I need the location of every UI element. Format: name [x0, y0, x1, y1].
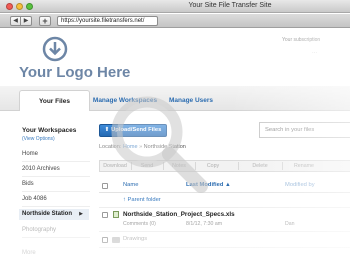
browser-toolbar: ◀ ▶ + https://yoursite.filetransfers.net…	[0, 14, 350, 28]
close-window-button[interactable]	[6, 3, 13, 10]
parent-folder-label: Parent folder	[127, 197, 161, 203]
folder-icon	[112, 237, 120, 243]
file-action-bar: Download Send Notes Copy Delete Rename	[99, 160, 350, 172]
address-bar[interactable]: https://yoursite.filetransfers.net/	[57, 16, 158, 26]
download-button[interactable]: Download	[100, 161, 130, 171]
sort-ascending-icon: ▲	[224, 182, 231, 188]
sidebar-item-label: Northside Station	[22, 211, 73, 217]
rename-button[interactable]: Rename	[286, 161, 322, 171]
file-search-input[interactable]: Search in your files	[259, 122, 350, 138]
workspaces-title: Your Workspaces	[22, 127, 77, 134]
breadcrumb-home[interactable]: Home	[123, 144, 138, 150]
notes-button[interactable]: Notes	[164, 161, 194, 171]
sidebar-item-bids[interactable]: Bids	[22, 179, 92, 190]
sidebar-divider	[22, 176, 90, 177]
add-bookmark-button[interactable]: +	[39, 16, 51, 26]
location-label: Location:	[99, 144, 122, 150]
sidebar-divider	[22, 237, 90, 238]
file-modified-by: Dan	[285, 221, 295, 227]
up-arrow-icon: ↑	[123, 197, 126, 203]
zoom-window-button[interactable]	[26, 3, 33, 10]
select-all-checkbox[interactable]	[102, 183, 108, 189]
back-button[interactable]: ◀	[10, 16, 21, 26]
header-divider	[99, 192, 350, 193]
action-divider	[282, 162, 283, 170]
folder-name[interactable]: Drawings	[123, 236, 147, 242]
breadcrumb-current: Northside Station	[143, 144, 186, 150]
file-comments-link[interactable]: Comments (0)	[123, 221, 156, 227]
file-row-checkbox[interactable]	[102, 212, 108, 218]
main-tab-bar: Your Files Manage Workspaces Manage User…	[0, 86, 350, 111]
tab-manage-users[interactable]: Manage Users	[160, 90, 222, 111]
column-modified-by[interactable]: Modified by	[285, 182, 315, 188]
folder-row-checkbox[interactable]	[102, 237, 108, 243]
site-header: Your Logo Here Your subscription ···	[0, 29, 350, 86]
tab-manage-workspaces[interactable]: Manage Workspaces	[90, 90, 160, 111]
sidebar-divider	[22, 206, 90, 207]
sidebar-divider	[22, 161, 90, 162]
file-browser: ⬆ Upload/Send Files Search in your files…	[93, 111, 350, 270]
window-title: Your Site File Transfer Site	[188, 2, 272, 9]
upload-button-label: Upload/Send Files	[111, 127, 162, 133]
row-divider	[99, 247, 350, 248]
sidebar-item-2010-archives[interactable]: 2010 Archives	[22, 164, 92, 175]
sidebar-item-job-4086[interactable]: Job 4086	[22, 194, 92, 205]
logo-text: Your Logo Here	[19, 64, 131, 81]
column-last-modified-label: Last Modified	[186, 182, 224, 188]
breadcrumb-separator: »	[139, 144, 143, 150]
parent-folder-link[interactable]: ↑ Parent folder	[123, 197, 161, 203]
sidebar-item-photography[interactable]: Photography	[22, 225, 92, 236]
sidebar-divider	[22, 191, 90, 192]
file-modified-date: 8/1/12, 7:30 am	[186, 221, 223, 227]
view-options-link[interactable]: (View Options)	[22, 136, 55, 142]
minimize-window-button[interactable]	[16, 3, 23, 10]
tab-your-files[interactable]: Your Files	[19, 90, 90, 111]
subscription-text: Your subscription	[282, 37, 321, 43]
sidebar-item-more[interactable]: More	[22, 248, 92, 259]
column-last-modified[interactable]: Last Modified ▲	[186, 182, 231, 188]
upload-send-button[interactable]: ⬆ Upload/Send Files	[99, 124, 167, 137]
window-titlebar: Your Site File Transfer Site	[0, 0, 350, 13]
file-name[interactable]: Northside_Station_Project_Specs.xls	[123, 211, 235, 218]
copy-button[interactable]: Copy	[198, 161, 228, 171]
delete-button[interactable]: Delete	[242, 161, 278, 171]
row-divider	[99, 207, 350, 208]
spreadsheet-file-icon	[113, 211, 119, 218]
chevron-right-icon: ▶	[79, 211, 83, 217]
sidebar-item-northside-station[interactable]: Northside Station ▶	[19, 209, 89, 220]
action-divider	[238, 162, 239, 170]
row-divider	[99, 231, 350, 232]
workspace-sidebar: Your Workspaces (View Options) Home 2010…	[0, 111, 93, 270]
send-button[interactable]: Send	[132, 161, 162, 171]
sidebar-item-home[interactable]: Home	[22, 149, 92, 160]
action-divider	[195, 162, 196, 170]
header-link-fragment: ···	[312, 50, 317, 56]
download-arrow-icon	[42, 36, 68, 62]
column-name[interactable]: Name	[123, 182, 138, 188]
breadcrumb: Location: Home » Northside Station	[99, 144, 186, 150]
forward-button[interactable]: ▶	[21, 16, 32, 26]
